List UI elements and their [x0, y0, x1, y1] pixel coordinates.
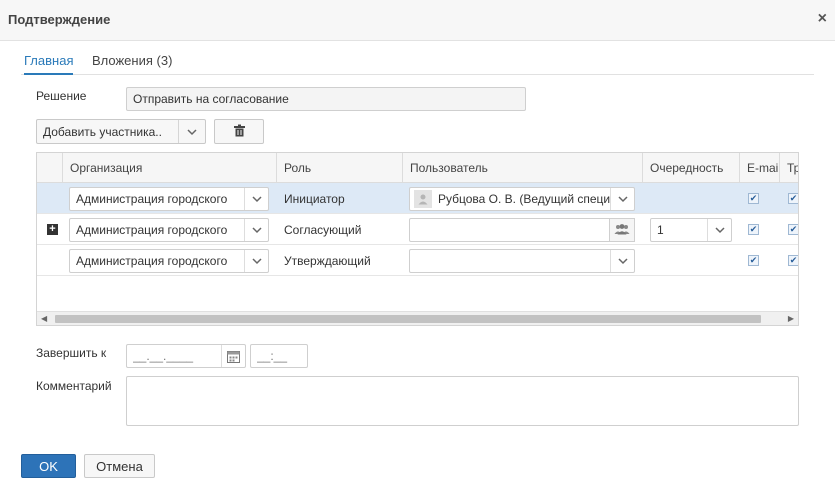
confirmation-dialog: Подтверждение × Главная Вложения (3) Реш…	[0, 0, 835, 500]
col-role[interactable]: Роль	[277, 153, 403, 183]
trash-icon	[233, 124, 246, 140]
col-organization[interactable]: Организация	[63, 153, 277, 183]
organization-value: Администрация городского	[76, 192, 228, 206]
role-value: Согласующий	[284, 222, 362, 237]
comment-textarea[interactable]	[126, 376, 799, 426]
tab-bar: Главная Вложения (3)	[21, 49, 814, 75]
chevron-down-icon[interactable]	[244, 188, 268, 210]
email-checkbox[interactable]: ✔	[748, 193, 759, 204]
organization-select[interactable]: Администрация городского	[69, 249, 269, 273]
decision-value: Отправить на согласование	[133, 92, 289, 106]
organization-select[interactable]: Администрация городского	[69, 218, 269, 242]
scrollbar-thumb[interactable]	[55, 315, 761, 323]
cancel-button[interactable]: Отмена	[84, 454, 155, 478]
table-row[interactable]: Администрация городского Утверждающий ✔ …	[37, 245, 798, 276]
delete-participant-button[interactable]	[214, 119, 264, 144]
deadline-date-field[interactable]	[126, 344, 246, 368]
user-select[interactable]	[409, 249, 635, 273]
chevron-down-icon[interactable]	[610, 188, 634, 210]
col-tr[interactable]: Тр	[780, 153, 798, 183]
scroll-left-icon[interactable]: ◀	[41, 314, 47, 323]
deadline-time-input[interactable]	[257, 349, 303, 363]
user-group-icon	[614, 223, 630, 238]
add-participant-label: Добавить участника..	[43, 124, 162, 139]
dialog-titlebar: Подтверждение ×	[0, 0, 835, 41]
grid-header: Организация Роль Пользователь Очередност…	[37, 153, 798, 183]
table-row[interactable]: Администрация городского Инициатор Рубцо…	[37, 183, 798, 214]
chevron-down-icon[interactable]	[707, 219, 731, 241]
deadline-label: Завершить к	[36, 346, 107, 360]
tr-checkbox[interactable]: ✔	[788, 193, 798, 204]
user-select[interactable]	[409, 218, 635, 242]
chevron-down-icon[interactable]	[178, 120, 205, 143]
organization-select[interactable]: Администрация городского	[69, 187, 269, 211]
col-order[interactable]: Очередность	[643, 153, 740, 183]
comment-label: Комментарий	[36, 379, 112, 393]
chevron-down-icon[interactable]	[244, 250, 268, 272]
participants-grid: Организация Роль Пользователь Очередност…	[36, 152, 799, 326]
tab-attachments[interactable]: Вложения (3)	[92, 53, 172, 73]
organization-value: Администрация городского	[76, 254, 228, 268]
close-icon[interactable]: ×	[818, 10, 827, 28]
deadline-time-field[interactable]	[250, 344, 308, 368]
user-value: Рубцова О. В. (Ведущий специалист)	[438, 192, 610, 206]
scroll-right-icon[interactable]: ▶	[788, 314, 794, 323]
expand-icon[interactable]: +	[47, 224, 58, 235]
col-email[interactable]: E-mail	[740, 153, 780, 183]
role-value: Утверждающий	[284, 253, 371, 268]
tr-checkbox[interactable]: ✔	[788, 224, 798, 235]
chevron-down-icon[interactable]	[610, 250, 634, 272]
user-avatar-icon	[414, 190, 432, 208]
tab-main[interactable]: Главная	[24, 53, 74, 75]
tr-checkbox[interactable]: ✔	[788, 255, 798, 266]
decision-label: Решение	[36, 89, 87, 103]
email-checkbox[interactable]: ✔	[748, 224, 759, 235]
add-participant-button[interactable]: Добавить участника..	[36, 119, 206, 144]
order-value: 1	[657, 223, 664, 237]
order-select[interactable]: 1	[650, 218, 732, 242]
horizontal-scrollbar[interactable]: ◀ ▶	[37, 311, 798, 325]
role-value: Инициатор	[284, 191, 345, 206]
grid-header-expand	[37, 153, 63, 183]
chevron-down-icon[interactable]	[244, 219, 268, 241]
table-row[interactable]: + Администрация городского Согласующий 1…	[37, 214, 798, 245]
organization-value: Администрация городского	[76, 223, 228, 237]
dialog-title: Подтверждение	[8, 12, 111, 27]
email-checkbox[interactable]: ✔	[748, 255, 759, 266]
col-user[interactable]: Пользователь	[403, 153, 643, 183]
ok-button[interactable]: OK	[21, 454, 76, 478]
decision-field[interactable]: Отправить на согласование	[126, 87, 526, 111]
user-group-button[interactable]	[609, 218, 635, 242]
calendar-icon[interactable]	[221, 345, 245, 367]
deadline-date-input[interactable]	[133, 349, 221, 363]
user-select[interactable]: Рубцова О. В. (Ведущий специалист)	[409, 187, 635, 211]
